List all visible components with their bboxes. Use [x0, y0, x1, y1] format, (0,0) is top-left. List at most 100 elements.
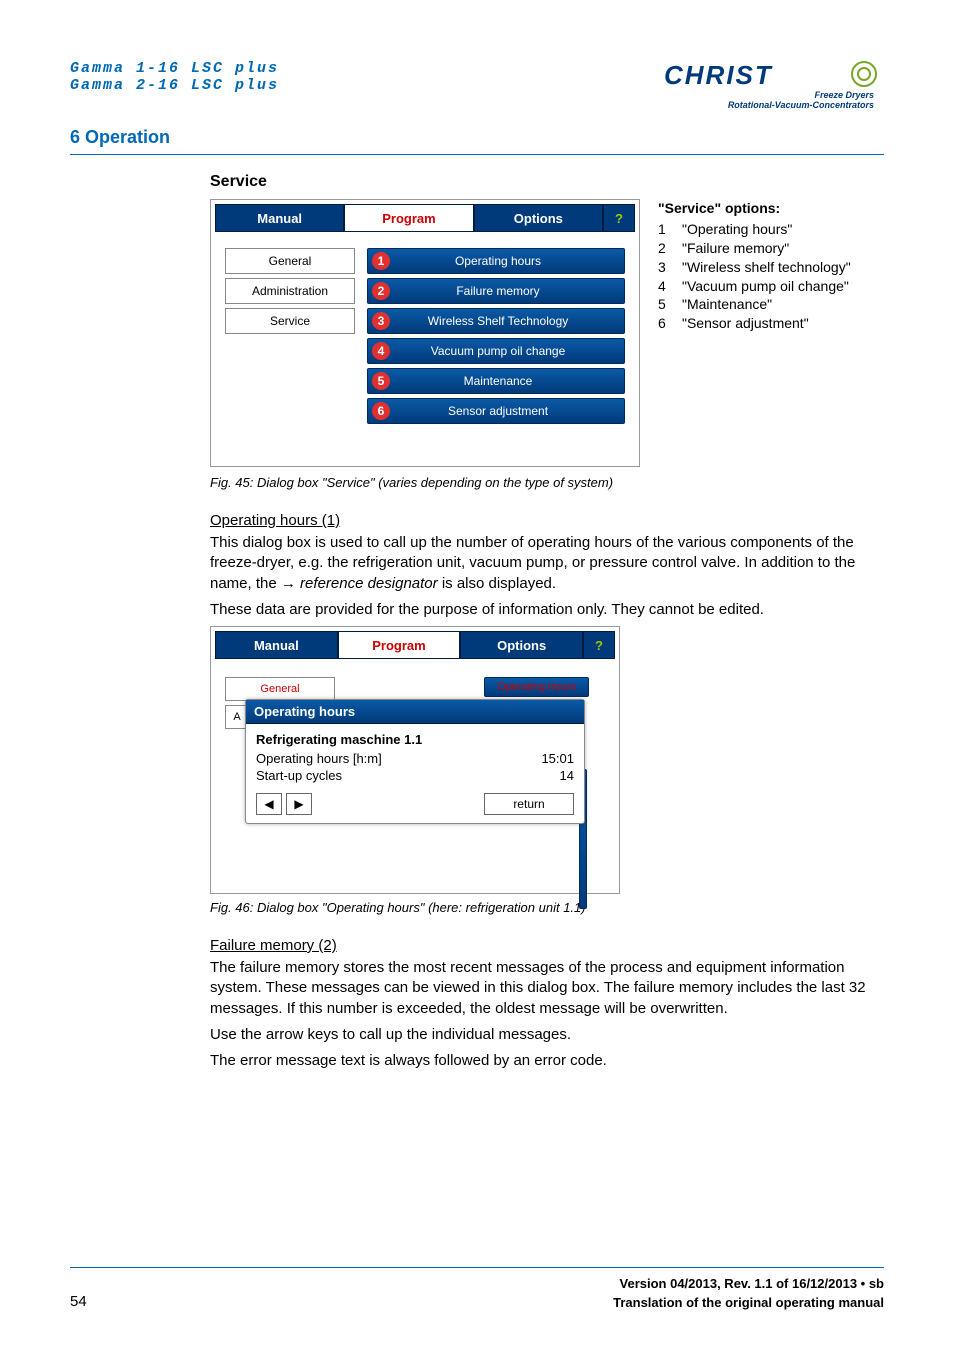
- tabbar: Manual Program Options ?: [215, 631, 615, 659]
- product-line-2: Gamma 2-16 LSC plus: [70, 77, 279, 94]
- operating-hours-heading: Operating hours (1): [210, 512, 870, 529]
- legend-text: "Vacuum pump oil change": [682, 277, 849, 296]
- sidebar: General Administration Service: [225, 248, 355, 446]
- callout-1-icon: 1: [372, 252, 390, 270]
- legend-num: 3: [658, 258, 672, 277]
- tab-manual[interactable]: Manual: [215, 204, 344, 232]
- value: 14: [560, 768, 574, 783]
- product-text-2: Gamma 2-16 LSC plus: [70, 77, 279, 94]
- component-name: Refrigerating maschine 1.1: [256, 732, 574, 747]
- tab-manual[interactable]: Manual: [215, 631, 338, 659]
- menu-sensor-adjustment[interactable]: 6Sensor adjustment: [367, 398, 625, 424]
- row-startup-cycles: Start-up cycles 14: [256, 768, 574, 783]
- logo-text: CHRIST: [664, 60, 773, 90]
- legend-row: 5 "Maintenance": [658, 295, 851, 314]
- brand-logo: CHRIST Freeze Dryers Rotational-Vacuum-C…: [664, 60, 884, 117]
- service-menu: 1 Operating hours 2 Failure memory 3 Wirele…: [367, 248, 625, 446]
- ghost-operating-hours-label: Operating hours: [484, 677, 589, 697]
- next-button[interactable]: ▶: [286, 793, 312, 815]
- fig45-caption: Fig. 45: Dialog box "Service" (varies de…: [210, 475, 870, 490]
- legend-row: 3 "Wireless shelf technology": [658, 258, 851, 277]
- fig46-caption: Fig. 46: Dialog box "Operating hours" (h…: [210, 900, 870, 915]
- tab-program[interactable]: Program: [338, 631, 461, 659]
- value: 15:01: [541, 751, 574, 766]
- failure-memory-heading: Failure memory (2): [210, 937, 870, 954]
- sidebar-item-general[interactable]: General: [225, 248, 355, 274]
- page-number: 54: [70, 1293, 87, 1310]
- legend-text: "Maintenance": [682, 295, 772, 314]
- return-button[interactable]: return: [484, 793, 574, 815]
- callout-3-icon: 3: [372, 312, 390, 330]
- dialog-body: General A Operating hours Operating hour…: [215, 659, 615, 889]
- version-line: Version 04/2013, Rev. 1.1 of 16/12/2013 …: [613, 1276, 884, 1291]
- service-heading: Service: [210, 173, 870, 191]
- legend-text: "Failure memory": [682, 239, 789, 258]
- label: Start-up cycles: [256, 768, 342, 783]
- prev-button[interactable]: ◀: [256, 793, 282, 815]
- menu-label: Wireless Shelf Technology: [398, 314, 624, 328]
- product-text-1: Gamma 1-16 LSC plus: [70, 60, 279, 77]
- legend-row: 4 "Vacuum pump oil change": [658, 277, 851, 296]
- legend-text: "Sensor adjustment": [682, 314, 809, 333]
- tab-options[interactable]: Options: [474, 204, 603, 232]
- legend-num: 1: [658, 220, 672, 239]
- legend-row: 2 "Failure memory": [658, 239, 851, 258]
- tab-help[interactable]: ?: [583, 631, 615, 659]
- menu-maintenance[interactable]: 5Maintenance: [367, 368, 625, 394]
- logo-swirl-inner-icon: [858, 68, 870, 80]
- service-dialog: Manual Program Options ? General Adminis…: [210, 199, 640, 467]
- content-area: Service Manual Program Options ? General…: [210, 173, 870, 1071]
- legend-num: 6: [658, 314, 672, 333]
- logo-sub1: Freeze Dryers: [814, 90, 874, 100]
- legend-text: "Wireless shelf technology": [682, 258, 851, 277]
- tabbar: Manual Program Options ?: [215, 204, 635, 232]
- legend-row: 6 "Sensor adjustment": [658, 314, 851, 333]
- menu-vacuum-oil[interactable]: 4Vacuum pump oil change: [367, 338, 625, 364]
- section-title: 6 Operation: [70, 127, 884, 148]
- footer-right: Version 04/2013, Rev. 1.1 of 16/12/2013 …: [613, 1276, 884, 1310]
- ghost-general: General: [225, 677, 335, 701]
- arrow-group: ◀ ▶: [256, 793, 312, 815]
- legend-title: "Service" options:: [658, 199, 851, 218]
- menu-label: Vacuum pump oil change: [398, 344, 624, 358]
- legend-num: 5: [658, 295, 672, 314]
- ref-designator: reference designator: [296, 575, 438, 592]
- translation-line: Translation of the original operating ma…: [613, 1295, 884, 1310]
- service-legend: "Service" options: 1 "Operating hours" 2 "…: [658, 199, 851, 333]
- tab-help[interactable]: ?: [603, 204, 635, 232]
- product-block: Gamma 1-16 LSC plus Gamma 2-16 LSC plus: [70, 60, 279, 94]
- header-divider: [70, 154, 884, 155]
- legend-num: 2: [658, 239, 672, 258]
- product-line-1: Gamma 1-16 LSC plus: [70, 60, 279, 77]
- page-footer: 54 Version 04/2013, Rev. 1.1 of 16/12/20…: [70, 1267, 884, 1310]
- failure-para2: Use the arrow keys to call up the indivi…: [210, 1025, 870, 1045]
- popup-controls: ◀ ▶ return: [256, 793, 574, 815]
- sidebar-item-service[interactable]: Service: [225, 308, 355, 334]
- failure-para3: The error message text is always followe…: [210, 1051, 870, 1071]
- op-hours-para1: This dialog box is used to call up the n…: [210, 533, 870, 594]
- popup-title: Operating hours: [246, 700, 584, 724]
- legend-text: "Operating hours": [682, 220, 792, 239]
- menu-operating-hours[interactable]: 1 Operating hours: [367, 248, 625, 274]
- label: Operating hours [h:m]: [256, 751, 382, 766]
- callout-2-icon: 2: [372, 282, 390, 300]
- dialog-body: General Administration Service 1 Operatin…: [215, 232, 635, 462]
- tab-program[interactable]: Program: [344, 204, 473, 232]
- legend-num: 4: [658, 277, 672, 296]
- row-operating-hours: Operating hours [h:m] 15:01: [256, 751, 574, 766]
- callout-6-icon: 6: [372, 402, 390, 420]
- christ-logo-svg: CHRIST Freeze Dryers Rotational-Vacuum-C…: [664, 60, 884, 112]
- tab-options[interactable]: Options: [460, 631, 583, 659]
- page: Gamma 1-16 LSC plus Gamma 2-16 LSC plus …: [0, 0, 954, 1350]
- menu-failure-memory[interactable]: 2 Failure memory: [367, 278, 625, 304]
- service-dialog-row: Manual Program Options ? General Adminis…: [210, 199, 870, 467]
- legend-row: 1 "Operating hours": [658, 220, 851, 239]
- menu-label: Failure memory: [398, 284, 624, 298]
- menu-wireless-shelf[interactable]: 3 Wireless Shelf Technology: [367, 308, 625, 334]
- callout-5-icon: 5: [372, 372, 390, 390]
- menu-label: Operating hours: [398, 254, 624, 268]
- op-hours-para2: These data are provided for the purpose …: [210, 600, 870, 620]
- sidebar-item-administration[interactable]: Administration: [225, 278, 355, 304]
- arrow-icon: →: [281, 575, 296, 592]
- popup-body: Refrigerating maschine 1.1 Operating hou…: [246, 724, 584, 823]
